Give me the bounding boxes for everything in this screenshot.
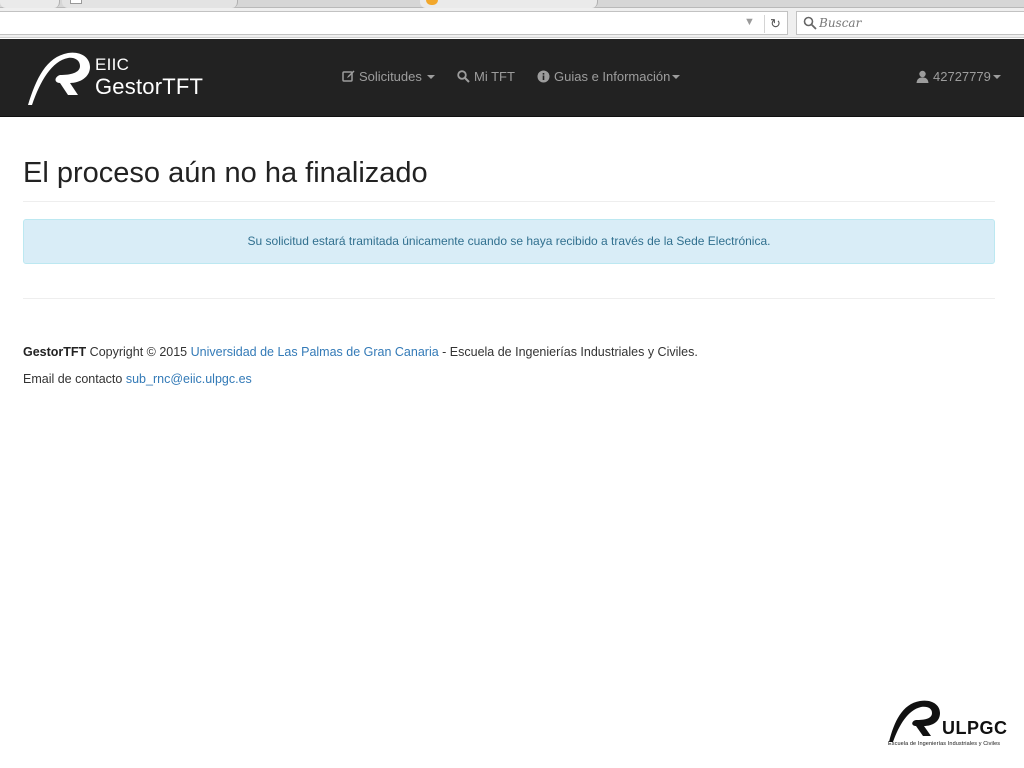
page-title: El proceso aún no ha finalizado: [23, 157, 428, 189]
url-bar[interactable]: ▼ ↻: [0, 11, 788, 35]
ulpgc-subtitle: Escuela de Ingenierías Industriales y Ci…: [888, 741, 1001, 747]
page-icon: [70, 0, 82, 4]
user-id-label: 42727779: [933, 69, 991, 84]
search-icon: [457, 70, 470, 83]
footer-school-text: - Escuela de Ingenierías Industriales y …: [438, 345, 698, 359]
info-alert: Su solicitud estará tramitada únicamente…: [23, 219, 995, 264]
browser-tab-strip: [0, 0, 1024, 8]
divider: [23, 298, 995, 299]
browser-tab[interactable]: [62, 0, 238, 8]
browser-tab[interactable]: [0, 0, 60, 8]
ulpgc-logo: ULPGC Escuela de Ingenierías Industriale…: [886, 698, 1010, 750]
app-navbar: EIIC GestorTFT Solicitudes Mi TFT Guias …: [0, 39, 1024, 117]
brand-line2: GestorTFT: [95, 74, 204, 99]
brand-logo[interactable]: EIIC GestorTFT: [24, 49, 214, 109]
divider: [23, 201, 995, 202]
nav-item-mi-tft[interactable]: Mi TFT: [457, 69, 515, 84]
eiic-logo-icon: [28, 52, 90, 105]
edit-icon: [342, 70, 355, 82]
footer-contact: Email de contacto sub_rnc@eiic.ulpgc.es: [23, 372, 252, 386]
info-icon: [537, 70, 550, 83]
nav-item-guias[interactable]: Guias e Información: [537, 69, 681, 84]
email-link[interactable]: sub_rnc@eiic.ulpgc.es: [126, 372, 252, 386]
ulpgc-logo-icon: [889, 700, 940, 742]
ulpgc-name: ULPGC: [942, 718, 1008, 738]
browser-search-input[interactable]: [819, 14, 1019, 32]
email-label: Email de contacto: [23, 372, 126, 386]
footer-copyright: GestorTFT Copyright © 2015 Universidad d…: [23, 345, 698, 359]
browser-tab[interactable]: [420, 0, 598, 8]
nav-item-label: Solicitudes: [359, 69, 422, 84]
search-icon: [803, 16, 817, 30]
browser-toolbar: ▼ ↻: [0, 8, 1024, 38]
browser-search-box[interactable]: [796, 11, 1024, 35]
caret-down-icon: [992, 74, 1001, 79]
footer-copyright-text: Copyright © 2015: [86, 345, 191, 359]
footer-brand: GestorTFT: [23, 345, 87, 359]
url-dropdown-icon[interactable]: ▼: [744, 16, 755, 28]
brand-line1: EIIC: [95, 55, 130, 74]
university-link[interactable]: Universidad de Las Palmas de Gran Canari…: [191, 345, 439, 359]
nav-item-solicitudes[interactable]: Solicitudes: [342, 69, 435, 84]
nav-item-label: Mi TFT: [474, 69, 515, 84]
user-icon: [916, 70, 929, 83]
reload-icon[interactable]: ↻: [764, 15, 786, 33]
nav-item-label: Guias e Información: [554, 69, 671, 84]
caret-down-icon: [426, 74, 435, 79]
nav-item-user[interactable]: 42727779: [916, 69, 1001, 84]
caret-down-icon: [672, 74, 681, 79]
